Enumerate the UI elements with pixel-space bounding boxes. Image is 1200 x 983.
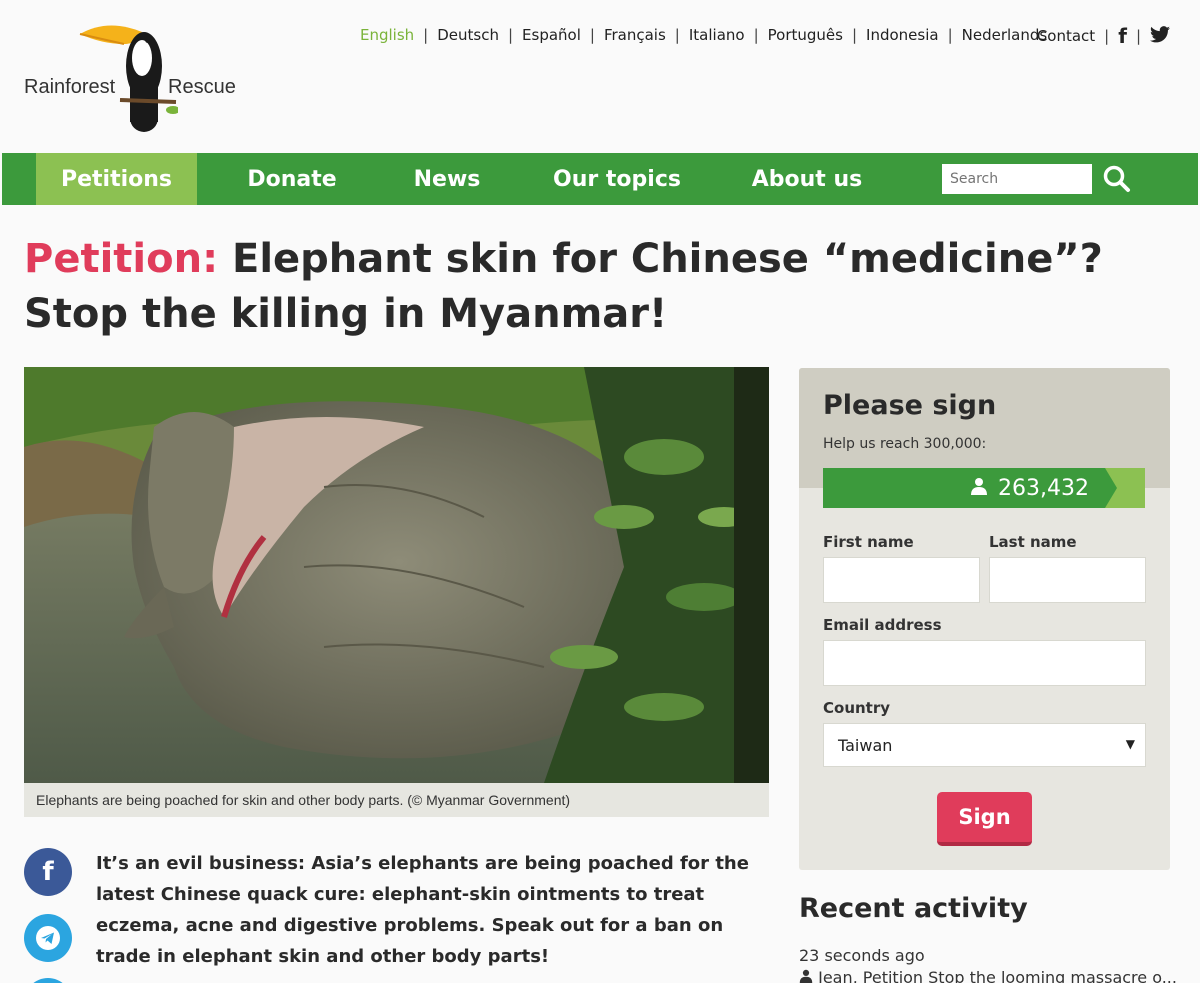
nav-about-us[interactable]: About us [727, 153, 887, 205]
country-label: Country [823, 699, 891, 717]
petition-intro: It’s an evil business: Asia’s elephants … [96, 853, 749, 967]
lang-divider: | [947, 26, 953, 44]
lang-nederlands[interactable]: Nederlands [962, 26, 1048, 44]
lang-divider: | [423, 26, 429, 44]
hero-caption: Elephants are being poached for skin and… [24, 783, 769, 817]
share-facebook-icon[interactable]: f [24, 848, 72, 896]
lang-divider: | [589, 26, 595, 44]
page-title: Petition: Elephant skin for Chinese “med… [24, 232, 1174, 342]
person-icon [970, 476, 988, 501]
lang-divider: | [507, 26, 514, 44]
search-icon[interactable] [1102, 164, 1132, 194]
recent-entry-text: Jean, Petition Stop the looming massacre… [818, 968, 1177, 983]
nav-news[interactable]: News [387, 153, 507, 205]
language-selector: English | Deutsch | Español | Français |… [360, 26, 1047, 44]
share-telegram-icon[interactable] [24, 914, 72, 962]
caret-down-icon: ▼ [1125, 737, 1135, 751]
hero-photo-elephant [24, 367, 769, 783]
first-name-label: First name [823, 533, 914, 551]
facebook-icon[interactable]: f [1118, 24, 1127, 48]
first-name-field[interactable] [823, 557, 980, 603]
person-icon [799, 968, 818, 983]
nav-petitions[interactable]: Petitions [36, 153, 197, 205]
lang-indonesia[interactable]: Indonesia [866, 26, 939, 44]
recent-activity-entry: Jean, Petition Stop the looming massacre… [799, 968, 1179, 983]
site-header: Rainforest Rescue English | Deutsch | Es… [0, 0, 1200, 152]
country-select[interactable]: Taiwan ▼ [823, 723, 1146, 767]
lang-english[interactable]: English [360, 26, 414, 44]
last-name-label: Last name [989, 533, 1077, 551]
lang-espanol[interactable]: Español [522, 26, 581, 44]
lang-divider: | [674, 26, 680, 44]
signature-counter: 263,432 [823, 468, 1105, 508]
title-prefix: Petition: [24, 236, 219, 282]
lang-divider: | [851, 26, 858, 44]
sign-heading: Please sign [823, 390, 997, 421]
contact-link[interactable]: Contact [1037, 27, 1095, 45]
sign-panel: Please sign Help us reach 300,000: 263,4… [799, 368, 1170, 870]
logo-text-rescue: Rescue [168, 76, 236, 98]
link-divider: | [1135, 27, 1141, 45]
recent-activity-heading: Recent activity [799, 893, 1028, 924]
nav-our-topics[interactable]: Our topics [507, 153, 727, 205]
link-divider: | [1104, 27, 1110, 45]
email-field[interactable] [823, 640, 1146, 686]
progress-arrow [1105, 468, 1117, 508]
lang-divider: | [753, 26, 759, 44]
lang-italiano[interactable]: Italiano [689, 26, 745, 44]
lang-francais[interactable]: Français [604, 26, 666, 44]
lang-portugues[interactable]: Português [768, 26, 843, 44]
main-nav: Petitions Donate News Our topics About u… [2, 153, 1198, 205]
signature-count: 263,432 [998, 475, 1089, 501]
email-label: Email address [823, 616, 942, 634]
nav-donate[interactable]: Donate [197, 153, 387, 205]
share-more-icon[interactable] [24, 978, 72, 983]
rainforest-rescue-logo[interactable]: Rainforest Rescue [24, 18, 239, 136]
toucan-logo-icon [79, 25, 178, 132]
signature-goal: Help us reach 300,000: [823, 436, 987, 452]
recent-activity-time: 23 seconds ago [799, 946, 925, 965]
sign-button[interactable]: Sign [937, 792, 1032, 846]
lang-deutsch[interactable]: Deutsch [437, 26, 499, 44]
twitter-icon[interactable] [1150, 25, 1170, 47]
last-name-field[interactable] [989, 557, 1146, 603]
country-value: Taiwan [838, 736, 893, 755]
top-links: Contact | f | [1037, 24, 1170, 48]
search-input[interactable] [942, 164, 1092, 194]
